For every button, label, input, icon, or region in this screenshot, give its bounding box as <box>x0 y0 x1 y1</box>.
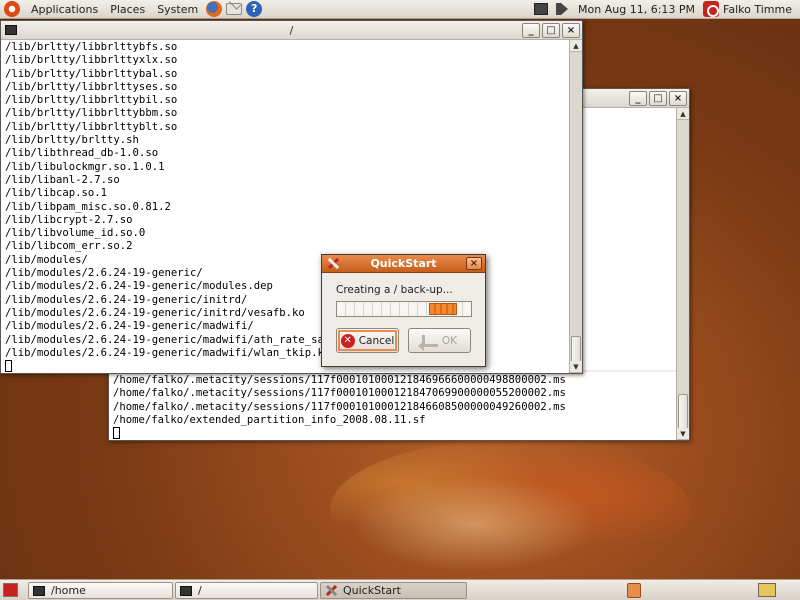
dialog-title: QuickStart <box>370 257 437 270</box>
scroll-down-arrow-icon[interactable]: ▼ <box>570 361 582 373</box>
scrollbar[interactable]: ▲ ▼ <box>676 108 689 440</box>
maximize-button[interactable]: □ <box>649 90 667 106</box>
user-name[interactable]: Falko Timme <box>723 3 800 16</box>
terminal-line: /lib/brltty/libbrlttyblt.so <box>5 120 178 133</box>
close-button[interactable]: × <box>466 257 482 270</box>
minimize-button[interactable]: _ <box>629 90 647 106</box>
places-menu[interactable]: Places <box>104 3 151 16</box>
scrollbar[interactable]: ▲ ▼ <box>569 40 582 373</box>
scroll-up-arrow-icon[interactable]: ▲ <box>570 40 582 52</box>
cancel-label: Cancel <box>358 334 395 347</box>
terminal-line: /lib/brltty/libbrlttyxlx.so <box>5 54 178 67</box>
enter-arrow-icon <box>417 334 438 351</box>
ubuntu-logo-icon[interactable] <box>4 1 20 17</box>
terminal-line: /lib/brltty/libbrlttybal.so <box>5 67 178 80</box>
terminal-prompt <box>113 427 672 440</box>
dialog-titlebar[interactable]: QuickStart × <box>322 255 485 273</box>
terminal-line: /home/falko/extended_partition_info_2008… <box>113 413 426 426</box>
quickstart-icon <box>325 585 337 597</box>
quickstart-icon[interactable] <box>327 258 339 270</box>
terminal-line: /home/falko/.metacity/sessions/117f00010… <box>113 400 566 413</box>
mail-icon[interactable] <box>226 3 243 15</box>
text-cursor <box>113 427 120 440</box>
terminal-line: /lib/libcom_err.so.2 <box>5 240 133 253</box>
taskbar-item-home[interactable]: /home <box>28 582 173 599</box>
show-desktop-icon[interactable] <box>3 583 18 597</box>
firefox-icon[interactable] <box>206 1 223 17</box>
terminal-line: /lib/brltty/libbrlttyses.so <box>5 80 178 93</box>
scroll-up-arrow-icon[interactable]: ▲ <box>677 108 689 120</box>
terminal-line: /lib/libcap.so.1 <box>5 187 108 200</box>
trash-icon[interactable] <box>758 583 776 597</box>
terminal-line: /lib/libulockmgr.so.1.0.1 <box>5 160 165 173</box>
network-icon[interactable] <box>534 3 549 15</box>
clock[interactable]: Mon Aug 11, 6:13 PM <box>574 3 699 16</box>
cancel-button[interactable]: ✕ Cancel <box>336 328 399 353</box>
terminal-line: /lib/brltty/libbrlttybbm.so <box>5 107 178 120</box>
progress-message: Creating a / back-up... <box>336 284 453 296</box>
progress-bar <box>336 301 472 317</box>
terminal-icon[interactable] <box>5 25 17 35</box>
cancel-icon: ✕ <box>340 333 355 348</box>
titlebar[interactable]: / _ □ × <box>1 21 582 40</box>
terminal-line: /lib/libpam_misc.so.0.81.2 <box>5 200 171 213</box>
terminal-line: /lib/libvolume_id.so.0 <box>5 227 146 240</box>
close-button[interactable]: × <box>562 22 580 38</box>
ok-label: OK <box>441 334 458 347</box>
taskbar-item-label: / <box>198 584 202 597</box>
terminal-line: /home/falko/.metacity/sessions/117f00010… <box>113 374 566 386</box>
close-button[interactable]: × <box>669 90 687 106</box>
quickstart-tray-icon[interactable] <box>627 583 641 598</box>
progress-pulse <box>429 303 457 315</box>
quickstart-dialog: QuickStart × Creating a / back-up... ✕ C… <box>321 254 486 367</box>
applications-menu[interactable]: Applications <box>25 3 104 16</box>
scroll-thumb[interactable] <box>678 394 688 430</box>
terminal-output[interactable]: /home/falko/.metacity/sessions/117f00010… <box>109 372 676 440</box>
terminal-line: /home/falko/.metacity/sessions/117f00010… <box>113 387 566 400</box>
taskbar-item-label: /home <box>51 584 86 597</box>
terminal-line: /lib/brltty/brltty.sh <box>5 134 139 147</box>
terminal-icon <box>180 585 192 596</box>
maximize-button[interactable]: □ <box>542 22 560 38</box>
shutdown-icon[interactable] <box>703 1 720 17</box>
taskbar-item-label: QuickStart <box>343 584 401 597</box>
terminal-window-root: / _ □ × /lib/brltty/libbrlttybfs.so/lib/… <box>0 20 583 374</box>
window-title: / <box>289 23 294 37</box>
minimize-button[interactable]: _ <box>522 22 540 38</box>
terminal-icon <box>33 585 45 596</box>
scroll-down-arrow-icon[interactable]: ▼ <box>677 428 689 440</box>
terminal-line: /lib/libcrypt-2.7.so <box>5 213 133 226</box>
terminal-line: /lib/libthread_db-1.0.so <box>5 147 159 160</box>
top-panel: Applications Places System ? Mon Aug 11,… <box>0 0 800 19</box>
text-cursor <box>5 360 12 373</box>
terminal-line: /lib/brltty/libbrlttybfs.so <box>5 41 178 53</box>
bottom-panel: /home / QuickStart <box>0 579 800 600</box>
volume-icon[interactable] <box>556 3 571 15</box>
taskbar-item-root[interactable]: / <box>175 582 318 599</box>
terminal-line: /lib/brltty/libbrlttybil.so <box>5 94 178 107</box>
help-icon[interactable]: ? <box>246 1 263 17</box>
terminal-line: /lib/libanl-2.7.so <box>5 173 120 186</box>
ok-button[interactable]: OK <box>408 328 471 353</box>
wallpaper-artwork <box>330 440 690 580</box>
system-menu[interactable]: System <box>151 3 204 16</box>
taskbar-item-quickstart[interactable]: QuickStart <box>320 582 467 599</box>
